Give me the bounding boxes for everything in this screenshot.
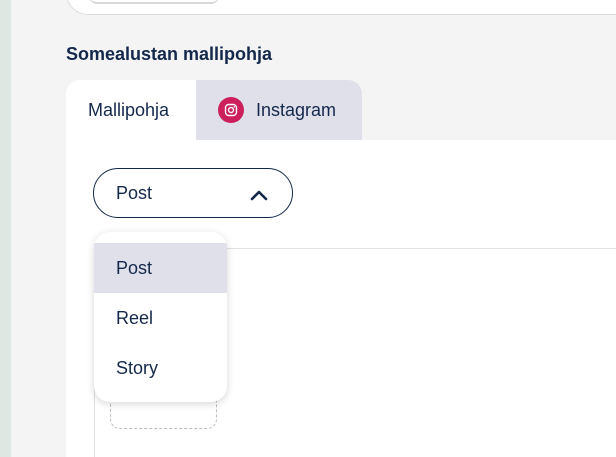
post-type-select[interactable]: Post: [93, 168, 293, 218]
platform-tabs: Mallipohja Instagram: [66, 80, 362, 140]
left-rail: [0, 0, 11, 457]
tab-templates-label: Mallipohja: [88, 99, 170, 120]
previous-field-input[interactable]: [89, 0, 219, 4]
option-post[interactable]: Post: [94, 243, 227, 293]
chevron-up-icon: [250, 186, 268, 201]
section-heading: Somealustan mallipohja: [66, 44, 273, 64]
option-reel[interactable]: Reel: [94, 293, 227, 343]
post-type-options: Post Reel Story: [94, 232, 227, 393]
tab-templates[interactable]: Mallipohja: [66, 80, 196, 140]
tab-instagram-label: Instagram: [256, 99, 337, 120]
tab-instagram[interactable]: Instagram: [196, 80, 362, 140]
post-type-dropdown: Post Reel Story: [94, 232, 227, 402]
instagram-icon: [218, 97, 244, 123]
previous-field-card: [66, 0, 616, 15]
page: Somealustan mallipohja Mallipohja Instag…: [0, 0, 616, 457]
option-story[interactable]: Story: [94, 343, 227, 393]
post-type-select-value: Post: [116, 182, 153, 203]
